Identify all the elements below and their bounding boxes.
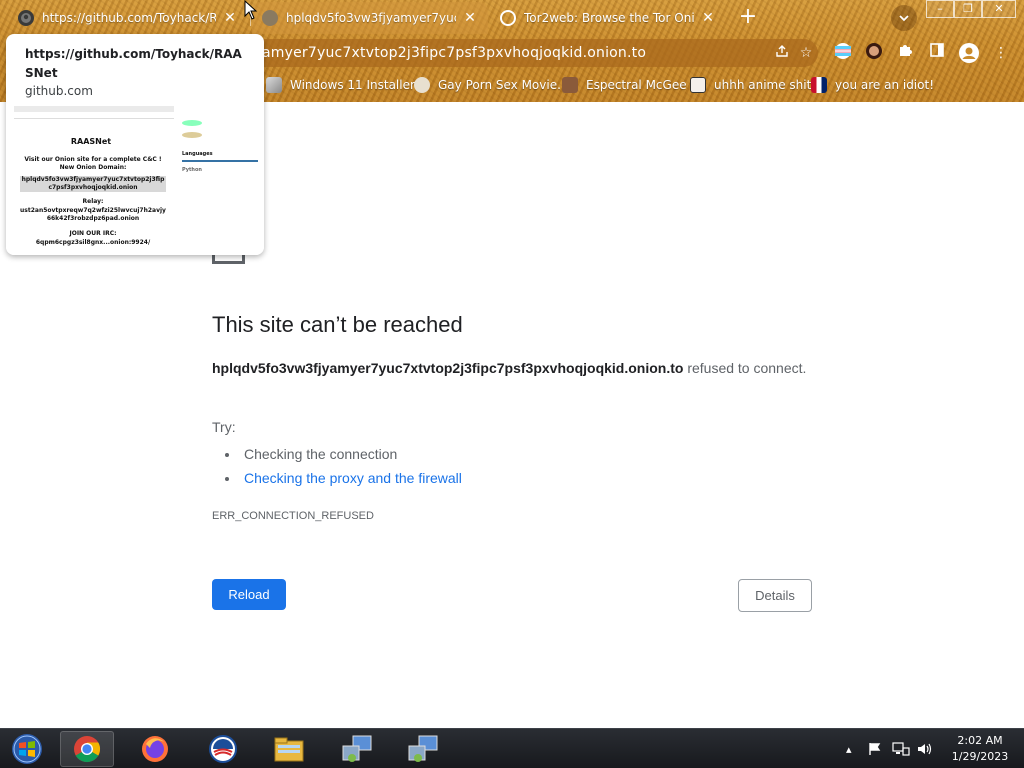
flag-extension-icon[interactable] (832, 42, 854, 64)
character-icon (562, 77, 578, 93)
bookmark-label: Gay Porn Sex Movie... (438, 78, 569, 92)
thumb-divider (14, 118, 174, 119)
network-status-icon[interactable] (892, 729, 910, 768)
screen: https://github.com/Toyhack/RA ✕ hplqdv5f… (0, 0, 1024, 768)
tab-hover-card: https://github.com/Toyhack/RAASNet githu… (6, 34, 264, 255)
share-icon[interactable] (770, 44, 794, 62)
taskbar-network-installer-2[interactable] (396, 731, 450, 767)
network-installer-icon (342, 735, 372, 762)
address-bar-url[interactable]: amyer7yuc7xtvtop2j3fipc7psf3pxvhoqjoqkid… (262, 45, 770, 61)
taskbar: ▴ 2:02 AM 1/29/2023 (0, 728, 1024, 768)
close-tab-icon[interactable]: ✕ (222, 10, 238, 26)
thumb-relay: ust2an5ovtpxreqw7q2wfzi25lwvcuj7h2avjy66… (20, 207, 166, 222)
bookmark-item[interactable]: Espectral McGee (562, 75, 687, 95)
side-panel-icon[interactable] (926, 42, 948, 64)
error-title: This site can’t be reached (212, 312, 463, 337)
address-bar[interactable]: amyer7yuc7xtvtop2j3fipc7psf3pxvhoqjoqkid… (250, 39, 818, 67)
tab-title: https://github.com/Toyhack/RA (42, 11, 216, 25)
details-button[interactable]: Details (738, 579, 812, 612)
volume-icon[interactable] (916, 729, 934, 768)
anime-icon (690, 77, 706, 93)
profile-icon[interactable] (958, 42, 980, 64)
error-description: hplqdv5fo3vw3fjyamyer7yuc7xtvtop2j3fipc7… (212, 356, 812, 380)
minimize-button[interactable]: – (926, 0, 954, 18)
error-host-suffix: refused to connect. (683, 360, 807, 376)
suggestion-link[interactable]: Checking the proxy and the firewall (240, 466, 462, 490)
tab-github[interactable]: https://github.com/Toyhack/RA ✕ (8, 2, 248, 34)
error-host: hplqdv5fo3vw3fjyamyer7yuc7xtvtop2j3fipc7… (212, 360, 684, 376)
show-hidden-icons-button[interactable]: ▴ (846, 729, 852, 768)
bookmark-item[interactable]: Windows 11 Installer (266, 75, 415, 95)
maximize-button[interactable]: ❐ (954, 0, 982, 18)
bookmark-item[interactable]: you are an idiot! (811, 75, 934, 95)
tab-tor2web[interactable]: Tor2web: Browse the Tor Onion S ✕ (490, 2, 726, 34)
tab-title: hplqdv5fo3vw3fjyamyer7yuc7xt (286, 11, 456, 25)
thumb-relay-label: Relay: (82, 198, 104, 205)
firefox-icon (142, 736, 168, 762)
hover-card-title: https://github.com/Toyhack/RAASNet (25, 47, 242, 80)
thumb-onion-domain: hplqdv5fo3vw3fjyamyer7yuc7xtvtop2j3fipc7… (20, 176, 166, 192)
thumb-language: Python (182, 167, 202, 173)
skull-icon (414, 77, 430, 93)
obama-icon (209, 735, 237, 763)
start-button[interactable] (0, 731, 54, 767)
chrome-icon (74, 736, 101, 763)
globe-icon (500, 10, 516, 26)
taskbar-obama[interactable] (196, 731, 250, 767)
system-clock[interactable]: 2:02 AM 1/29/2023 (942, 733, 1018, 765)
thumb-irc: 6qpm6cpgz3sil8gnx...onion:9924/ (35, 239, 151, 246)
close-window-button[interactable]: ✕ (982, 0, 1016, 18)
bookmark-label: you are an idiot! (835, 78, 934, 92)
bookmark-label: Windows 11 Installer (290, 78, 415, 92)
taskbar-network-installer[interactable] (330, 731, 384, 767)
try-label: Try: (212, 419, 236, 435)
menu-kebab-icon[interactable]: ⋮ (990, 42, 1012, 64)
flag-icon (811, 77, 827, 93)
clock-time: 2:02 AM (957, 734, 1003, 747)
reload-button[interactable]: Reload (212, 579, 286, 610)
hover-card-thumbnail: RAASNet Visit our Onion site for a compl… (6, 102, 264, 255)
thumb-tagline: Visit our Onion site for a complete C&C … (24, 156, 162, 171)
windows-logo-icon (12, 734, 42, 764)
github-icon (18, 10, 34, 26)
clock-date: 1/29/2023 (951, 750, 1009, 763)
close-tab-icon[interactable]: ✕ (700, 10, 716, 26)
network-installer-icon-2 (408, 735, 438, 762)
hover-card-domain: github.com (25, 84, 93, 98)
suggestion-item: Checking the connection (240, 442, 462, 466)
action-center-flag-icon[interactable] (868, 729, 882, 768)
contributor-avatar (182, 120, 202, 126)
new-tab-button[interactable]: + (734, 4, 762, 32)
extensions-puzzle-icon[interactable] (894, 42, 916, 64)
mouse-cursor-icon (244, 0, 258, 20)
loading-icon (262, 10, 278, 26)
bookmark-item[interactable]: uhhh anime shit (690, 75, 811, 95)
suggestions-list: Checking the connection Checking the pro… (232, 442, 462, 490)
thumb-header-bar (14, 106, 174, 112)
error-code: ERR_CONNECTION_REFUSED (212, 510, 374, 522)
windows-icon (266, 77, 282, 93)
taskbar-file-explorer[interactable] (262, 731, 316, 767)
thumb-repo-name: RAASNet (70, 137, 112, 146)
bookmark-label: Espectral McGee (586, 78, 687, 92)
taskbar-firefox[interactable] (128, 731, 182, 767)
avatar-extension-icon[interactable] (863, 42, 885, 64)
tab-strip: https://github.com/Toyhack/RA ✕ hplqdv5f… (0, 0, 1024, 36)
bookmark-label: uhhh anime shit (714, 78, 812, 92)
language-bar (182, 160, 258, 162)
bookmark-star-icon[interactable]: ☆ (794, 45, 818, 61)
tab-title: Tor2web: Browse the Tor Onion S (524, 11, 694, 25)
file-explorer-icon (274, 737, 304, 762)
contributor-avatar (182, 132, 202, 138)
thumb-irc-label: JOIN OUR IRC: (69, 230, 117, 237)
thumb-languages-label: Languages (182, 151, 213, 157)
bookmark-item[interactable]: Gay Porn Sex Movie... (414, 75, 569, 95)
close-tab-icon[interactable]: ✕ (462, 10, 478, 26)
tab-search-button[interactable] (891, 5, 917, 31)
chevron-down-icon (899, 15, 909, 22)
taskbar-chrome[interactable] (60, 731, 114, 767)
tab-onion[interactable]: hplqdv5fo3vw3fjyamyer7yuc7xt ✕ (252, 2, 488, 34)
